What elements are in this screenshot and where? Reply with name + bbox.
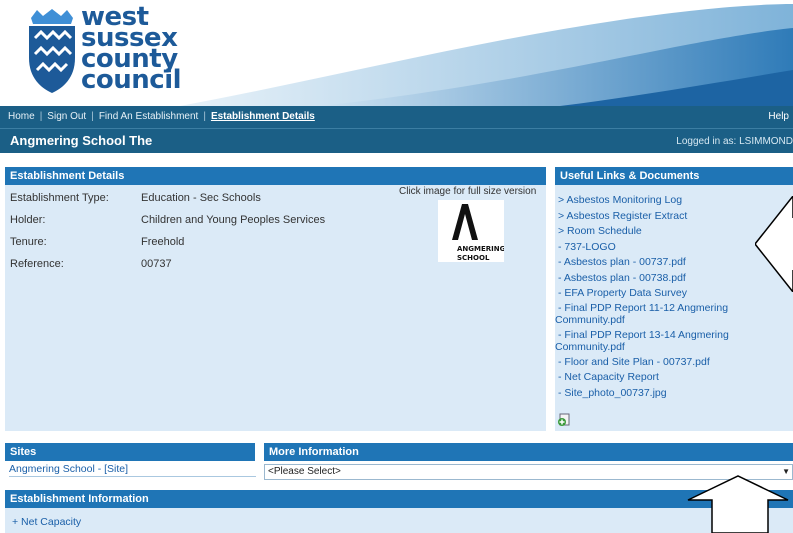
link-final-pdp-11-12-line2[interactable]: Community.pdf	[555, 314, 790, 326]
school-logo-text-2: SCHOOL	[457, 254, 490, 262]
detail-label: Reference:	[10, 258, 64, 270]
school-logo-text-1: ANGMERING	[457, 245, 504, 253]
detail-row-holder: Holder: Children and Young Peoples Servic…	[10, 214, 325, 226]
link-final-pdp-13-14-line1[interactable]: - Final PDP Report 13-14 Angmering	[558, 329, 790, 341]
link-floor-site-plan[interactable]: - Floor and Site Plan - 00737.pdf	[558, 355, 790, 371]
detail-value: Education - Sec Schools	[141, 192, 261, 204]
logged-in-user: Logged in as: LSIMMOND	[676, 136, 793, 147]
useful-links-heading: Useful Links & Documents	[555, 167, 793, 185]
link-final-pdp-13-14-line2[interactable]: Community.pdf	[555, 341, 790, 353]
establishment-details-heading: Establishment Details	[5, 167, 546, 185]
detail-value: Children and Young Peoples Services	[141, 214, 326, 226]
link-final-pdp-11-12-line1[interactable]: - Final PDP Report 11-12 Angmering	[558, 302, 790, 314]
detail-label: Establishment Type:	[10, 192, 109, 204]
help-link[interactable]: Help	[768, 111, 789, 122]
detail-row-reference: Reference: 00737	[10, 258, 172, 270]
council-logo[interactable]: west sussex county council	[27, 4, 182, 96]
detail-label: Holder:	[10, 214, 46, 226]
image-click-note: Click image for full size version	[399, 186, 537, 197]
net-capacity-toggle[interactable]: + Net Capacity	[12, 516, 81, 528]
establishment-information-panel	[5, 508, 793, 533]
council-shield-icon	[29, 9, 75, 93]
nav-links: Home | Sign Out | Find An Establishment | Esta…	[8, 111, 315, 122]
school-logo-image[interactable]: ANGMERING SCHOOL	[438, 200, 506, 262]
site-header: west sussex county council	[0, 0, 793, 106]
top-nav: Home | Sign Out | Find An Establishment | Esta…	[0, 106, 793, 128]
detail-value: Freehold	[141, 236, 185, 248]
establishment-information-heading: Establishment Information	[5, 490, 793, 508]
detail-label: Tenure:	[10, 236, 47, 248]
school-logo-icon: ANGMERING SCHOOL	[452, 204, 506, 262]
detail-row-type: Establishment Type: Education - Sec Schoo…	[10, 192, 261, 204]
link-net-capacity-report[interactable]: - Net Capacity Report	[558, 370, 790, 386]
detail-value: 00737	[141, 258, 172, 270]
nav-establishment-details-link[interactable]: Establishment Details	[211, 111, 315, 122]
add-document-icon[interactable]	[557, 413, 571, 427]
establishment-title-bar: Angmering School The Logged in as: LSIMM…	[0, 128, 793, 153]
left-arrow-annotation-icon	[755, 196, 793, 292]
up-arrow-annotation-icon	[687, 475, 789, 533]
logo-word-council: council	[81, 65, 182, 95]
establishment-name: Angmering School The	[10, 133, 153, 148]
nav-sign-out-link[interactable]: Sign Out	[47, 111, 86, 122]
detail-row-tenure: Tenure: Freehold	[10, 236, 184, 248]
link-site-photo[interactable]: - Site_photo_00737.jpg	[558, 386, 790, 402]
select-value: <Please Select>	[268, 466, 341, 477]
more-information-heading: More Information	[264, 443, 793, 461]
site-link[interactable]: Angmering School - [Site]	[9, 462, 256, 477]
nav-find-establishment-link[interactable]: Find An Establishment	[99, 111, 199, 122]
nav-home-link[interactable]: Home	[8, 111, 35, 122]
sites-heading: Sites	[5, 443, 255, 461]
